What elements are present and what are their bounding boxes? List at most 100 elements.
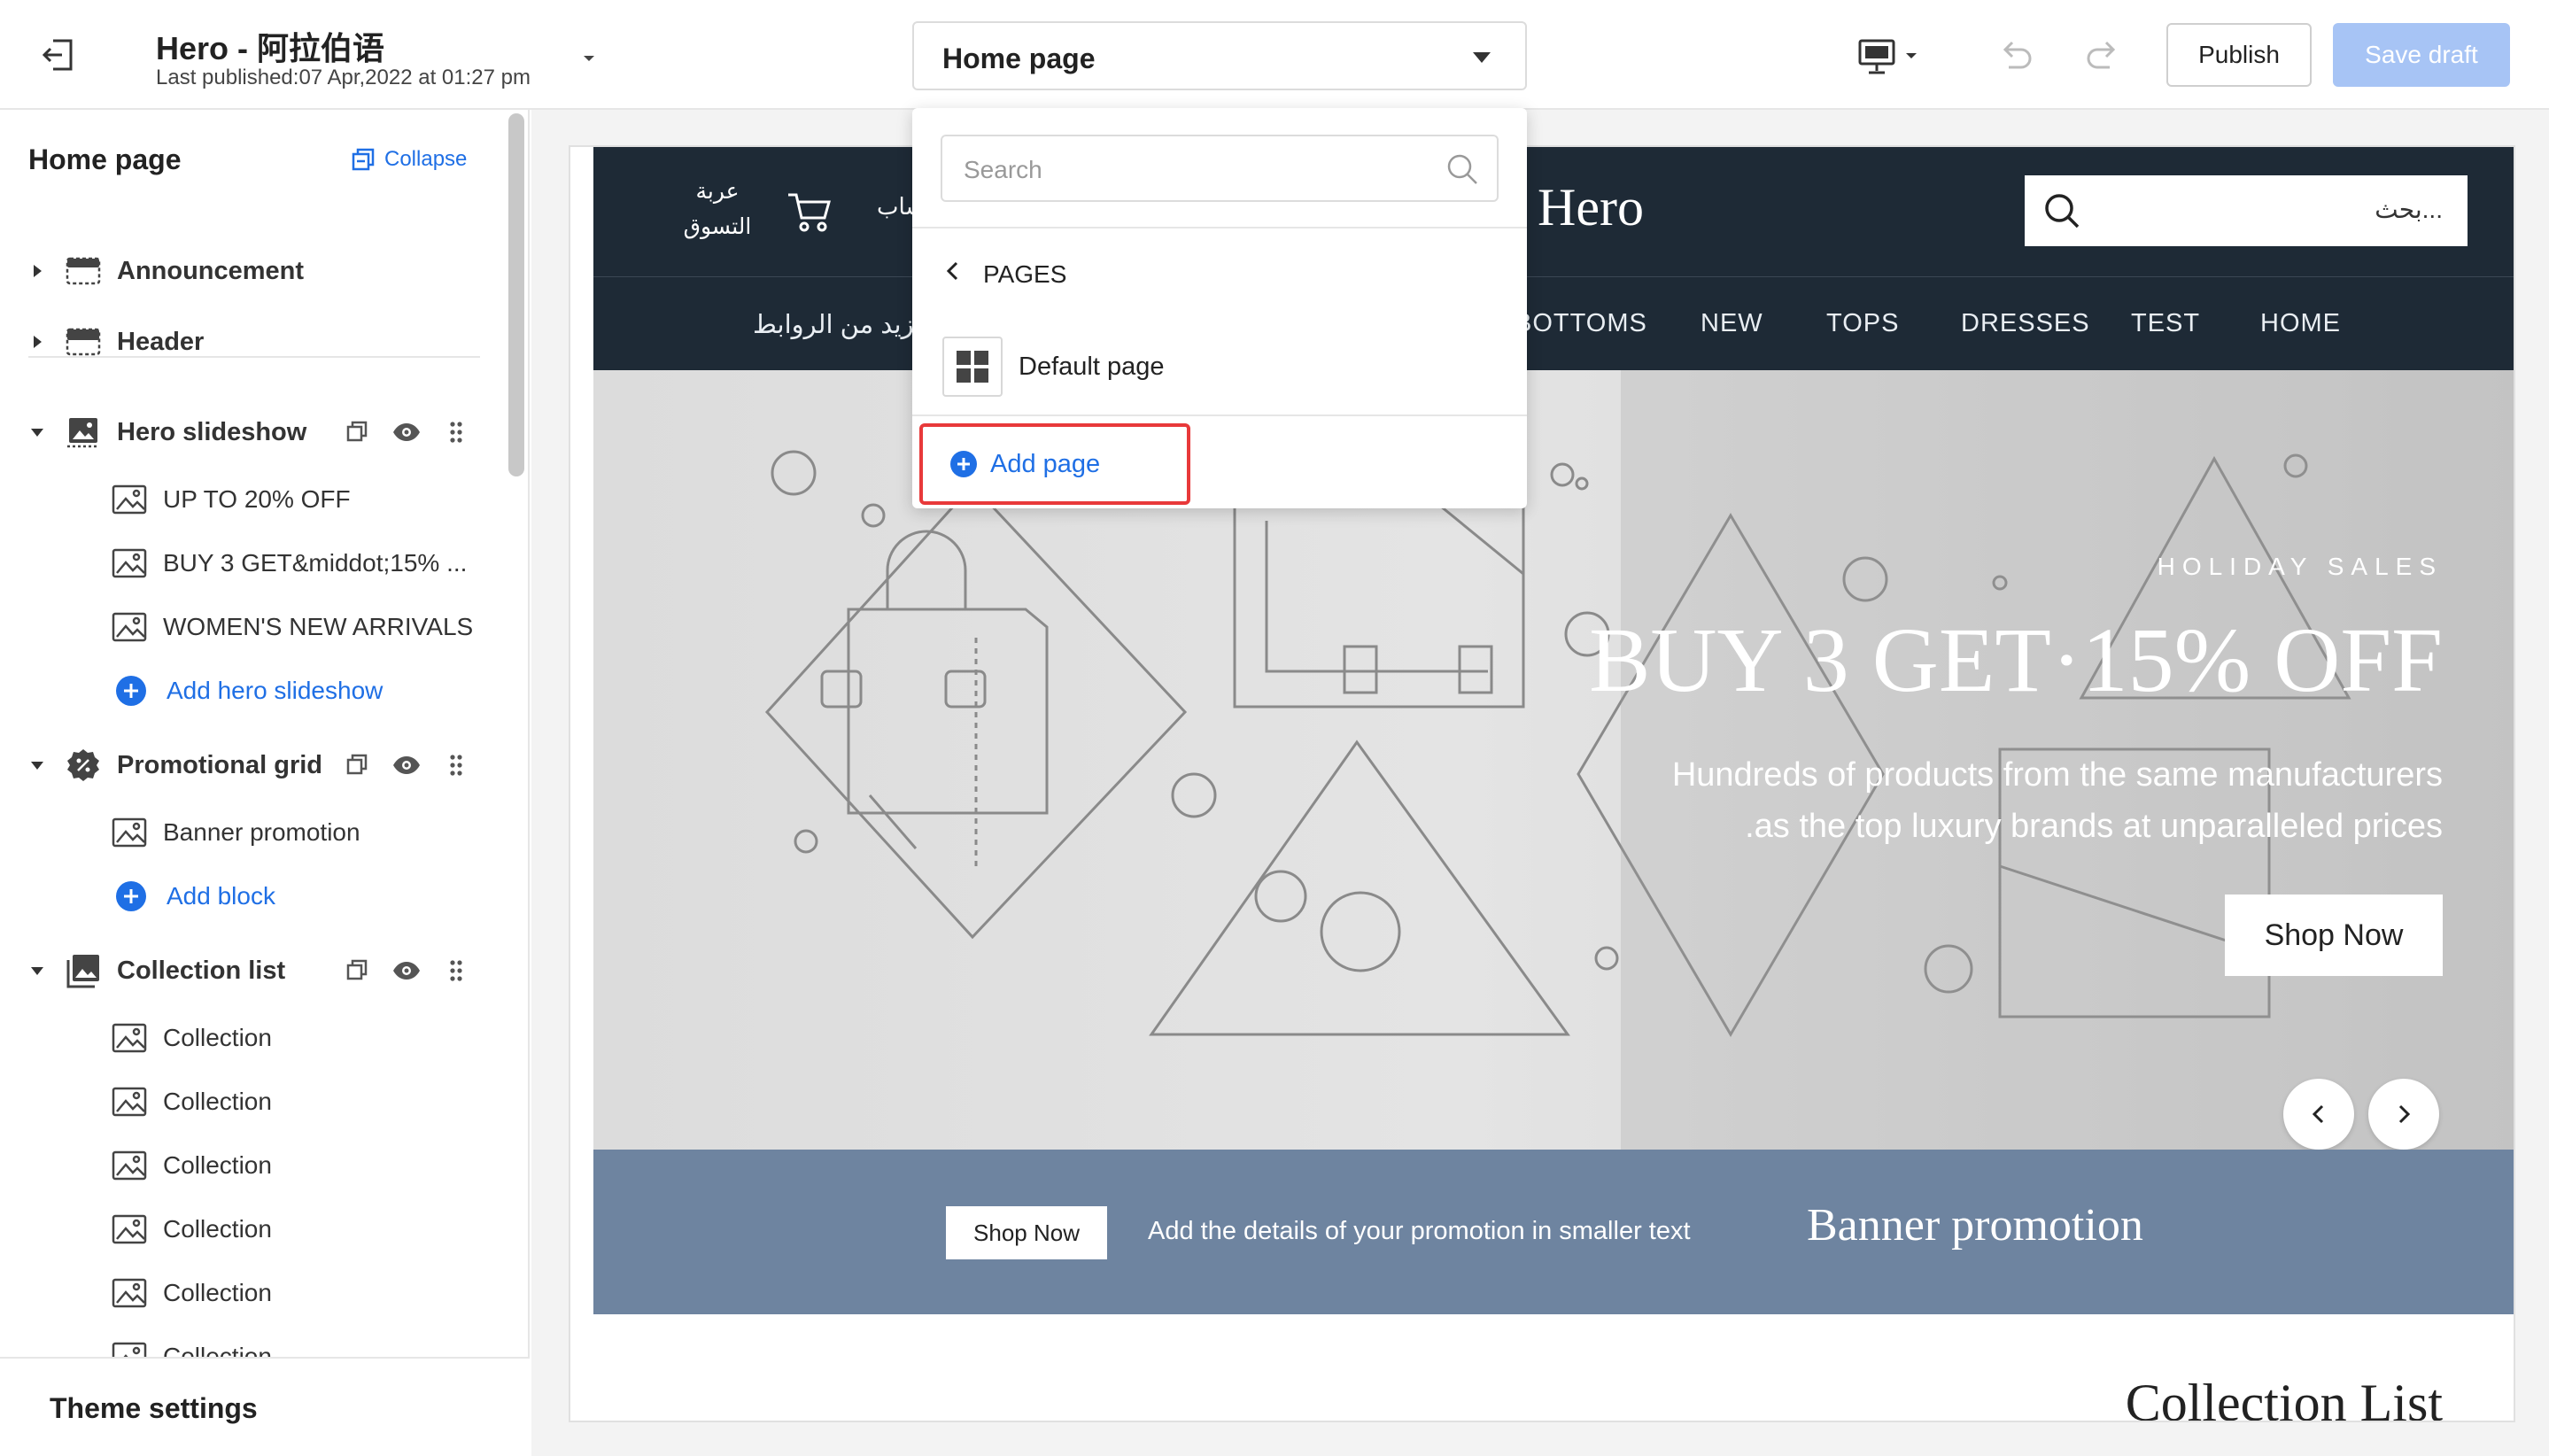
duplicate-icon[interactable] bbox=[342, 417, 372, 447]
add-hero-slideshow[interactable]: Add hero slideshow bbox=[0, 664, 496, 717]
chevron-left-icon bbox=[2310, 1104, 2328, 1125]
add-block[interactable]: Add block bbox=[0, 870, 496, 923]
drag-handle-icon[interactable] bbox=[441, 750, 471, 780]
image-icon bbox=[112, 1278, 147, 1308]
page-search-input[interactable]: Search bbox=[941, 135, 1499, 202]
cart-label[interactable]: عربة التسوق bbox=[675, 174, 760, 244]
page-selector[interactable]: Home page bbox=[912, 21, 1527, 90]
section-header[interactable]: Header bbox=[0, 315, 496, 368]
sidebar-scrollbar[interactable] bbox=[508, 113, 524, 476]
collapse-triangle-icon[interactable] bbox=[30, 964, 44, 978]
cart-icon[interactable] bbox=[786, 190, 833, 234]
theme-settings[interactable]: Theme settings bbox=[0, 1357, 530, 1456]
preview-frame: عربة التسوق حساب Hero بحث... المزيد من ا… bbox=[569, 145, 2515, 1422]
image-icon bbox=[112, 1214, 147, 1244]
section-promotional-grid[interactable]: Promotional grid bbox=[0, 739, 496, 792]
section-announcement[interactable]: Announcement bbox=[0, 244, 496, 298]
section-label: Announcement bbox=[117, 256, 305, 285]
caret-down-icon[interactable] bbox=[581, 53, 597, 64]
redo-icon[interactable] bbox=[2083, 37, 2122, 73]
hero-slide: HOLIDAY SALES BUY 3 GET·15% OFF Hundreds… bbox=[593, 370, 2514, 1150]
collapse-button[interactable]: Collapse bbox=[351, 145, 467, 174]
pages-section-label[interactable]: PAGES bbox=[983, 260, 1066, 289]
block-label: BUY 3 GET&middot;15% ... bbox=[163, 549, 468, 577]
nav-item[interactable]: DRESSES bbox=[1961, 309, 2090, 338]
page-selector-label: Home page bbox=[942, 43, 1096, 74]
section-collection-list[interactable]: Collection list bbox=[0, 944, 496, 997]
add-page-button[interactable]: Add page bbox=[919, 423, 1190, 505]
default-page-option[interactable]: Default page bbox=[1019, 352, 1164, 382]
theme-settings-label: Theme settings bbox=[50, 1392, 258, 1424]
nav-item[interactable]: NEW bbox=[1701, 309, 1763, 338]
block-label: Collection bbox=[163, 1215, 272, 1243]
collapse-icon bbox=[351, 147, 376, 172]
collection-block-item[interactable]: Collection bbox=[0, 1075, 496, 1128]
eye-icon[interactable] bbox=[391, 417, 422, 447]
block-label: UP TO 20% OFF bbox=[163, 485, 351, 513]
hero-block-item[interactable]: BUY 3 GET&middot;15% ... bbox=[0, 537, 496, 590]
divider bbox=[28, 356, 480, 358]
store-search-input[interactable]: بحث... bbox=[2025, 175, 2468, 246]
desktop-icon[interactable] bbox=[1856, 35, 1924, 78]
duplicate-icon[interactable] bbox=[342, 750, 372, 780]
sidebar-title: Home page bbox=[28, 143, 182, 175]
collection-block-item[interactable]: Collection bbox=[0, 1203, 496, 1256]
drag-handle-icon[interactable] bbox=[441, 956, 471, 986]
promo-block-item[interactable]: Banner promotion bbox=[0, 806, 496, 859]
divider bbox=[912, 227, 1527, 228]
image-icon bbox=[112, 612, 147, 642]
header-icon bbox=[66, 324, 101, 360]
add-label: Add block bbox=[167, 882, 275, 910]
drag-handle-icon[interactable] bbox=[441, 417, 471, 447]
chevron-left-icon[interactable] bbox=[944, 259, 962, 283]
duplicate-icon[interactable] bbox=[342, 956, 372, 986]
plus-circle-icon bbox=[949, 450, 978, 478]
hero-shop-now-button[interactable]: Shop Now bbox=[2225, 895, 2443, 976]
collection-block-item[interactable]: Collection bbox=[0, 1139, 496, 1192]
save-draft-button[interactable]: Save draft bbox=[2333, 23, 2510, 87]
exit-icon[interactable] bbox=[39, 35, 78, 74]
section-hero-slideshow[interactable]: Hero slideshow bbox=[0, 406, 496, 459]
add-page-label: Add page bbox=[990, 450, 1101, 478]
block-label: Collection bbox=[163, 1024, 272, 1051]
hero-kicker: HOLIDAY SALES bbox=[2157, 553, 2443, 580]
hero-block-item[interactable]: UP TO 20% OFF bbox=[0, 473, 496, 526]
hero-next-button[interactable] bbox=[2368, 1079, 2439, 1150]
banner-shop-now-button[interactable]: Shop Now bbox=[946, 1206, 1107, 1259]
nav-item[interactable]: HOME bbox=[2260, 309, 2341, 338]
page-search-placeholder: Search bbox=[964, 156, 1042, 183]
collapse-triangle-icon[interactable] bbox=[30, 425, 44, 439]
percent-badge-icon bbox=[66, 747, 101, 783]
hero-prev-button[interactable] bbox=[2283, 1079, 2354, 1150]
plus-circle-icon bbox=[115, 880, 147, 912]
collapse-triangle-icon[interactable] bbox=[30, 758, 44, 772]
image-icon bbox=[112, 1150, 147, 1181]
banner-title: Banner promotion bbox=[1807, 1200, 2143, 1251]
section-label: Promotional grid bbox=[117, 750, 322, 779]
block-label: Collection bbox=[163, 1151, 272, 1179]
nav-item[interactable]: BOTTOMS bbox=[1515, 309, 1647, 338]
plus-circle-icon bbox=[115, 675, 147, 707]
block-label: Collection bbox=[163, 1279, 272, 1306]
collection-icon bbox=[66, 953, 101, 988]
collection-block-item[interactable]: Collection bbox=[0, 1011, 496, 1065]
block-label: WOMEN'S NEW ARRIVALS bbox=[163, 613, 474, 640]
undo-icon[interactable] bbox=[1996, 37, 2035, 73]
eye-icon[interactable] bbox=[391, 956, 422, 986]
section-label: Collection list bbox=[117, 956, 286, 985]
promo-banner: Shop Now Add the details of your promoti… bbox=[593, 1150, 2514, 1314]
nav-item[interactable]: TEST bbox=[2131, 309, 2200, 338]
expand-triangle-icon[interactable] bbox=[30, 335, 44, 349]
eye-icon[interactable] bbox=[391, 750, 422, 780]
expand-triangle-icon[interactable] bbox=[30, 264, 44, 278]
collection-block-item[interactable]: Collection bbox=[0, 1266, 496, 1320]
caret-down-icon bbox=[1472, 51, 1491, 64]
hero-block-item[interactable]: WOMEN'S NEW ARRIVALS bbox=[0, 600, 496, 654]
publish-button[interactable]: Publish bbox=[2166, 23, 2312, 87]
nav-item[interactable]: TOPS bbox=[1826, 309, 1899, 338]
store-nav: المزيد من الروابط BOTTOMS NEW TOPS DRESS… bbox=[593, 276, 2514, 370]
section-tools bbox=[342, 750, 471, 780]
store-logo[interactable]: Hero bbox=[1538, 177, 1644, 238]
image-icon bbox=[112, 484, 147, 515]
section-tools bbox=[342, 417, 471, 447]
